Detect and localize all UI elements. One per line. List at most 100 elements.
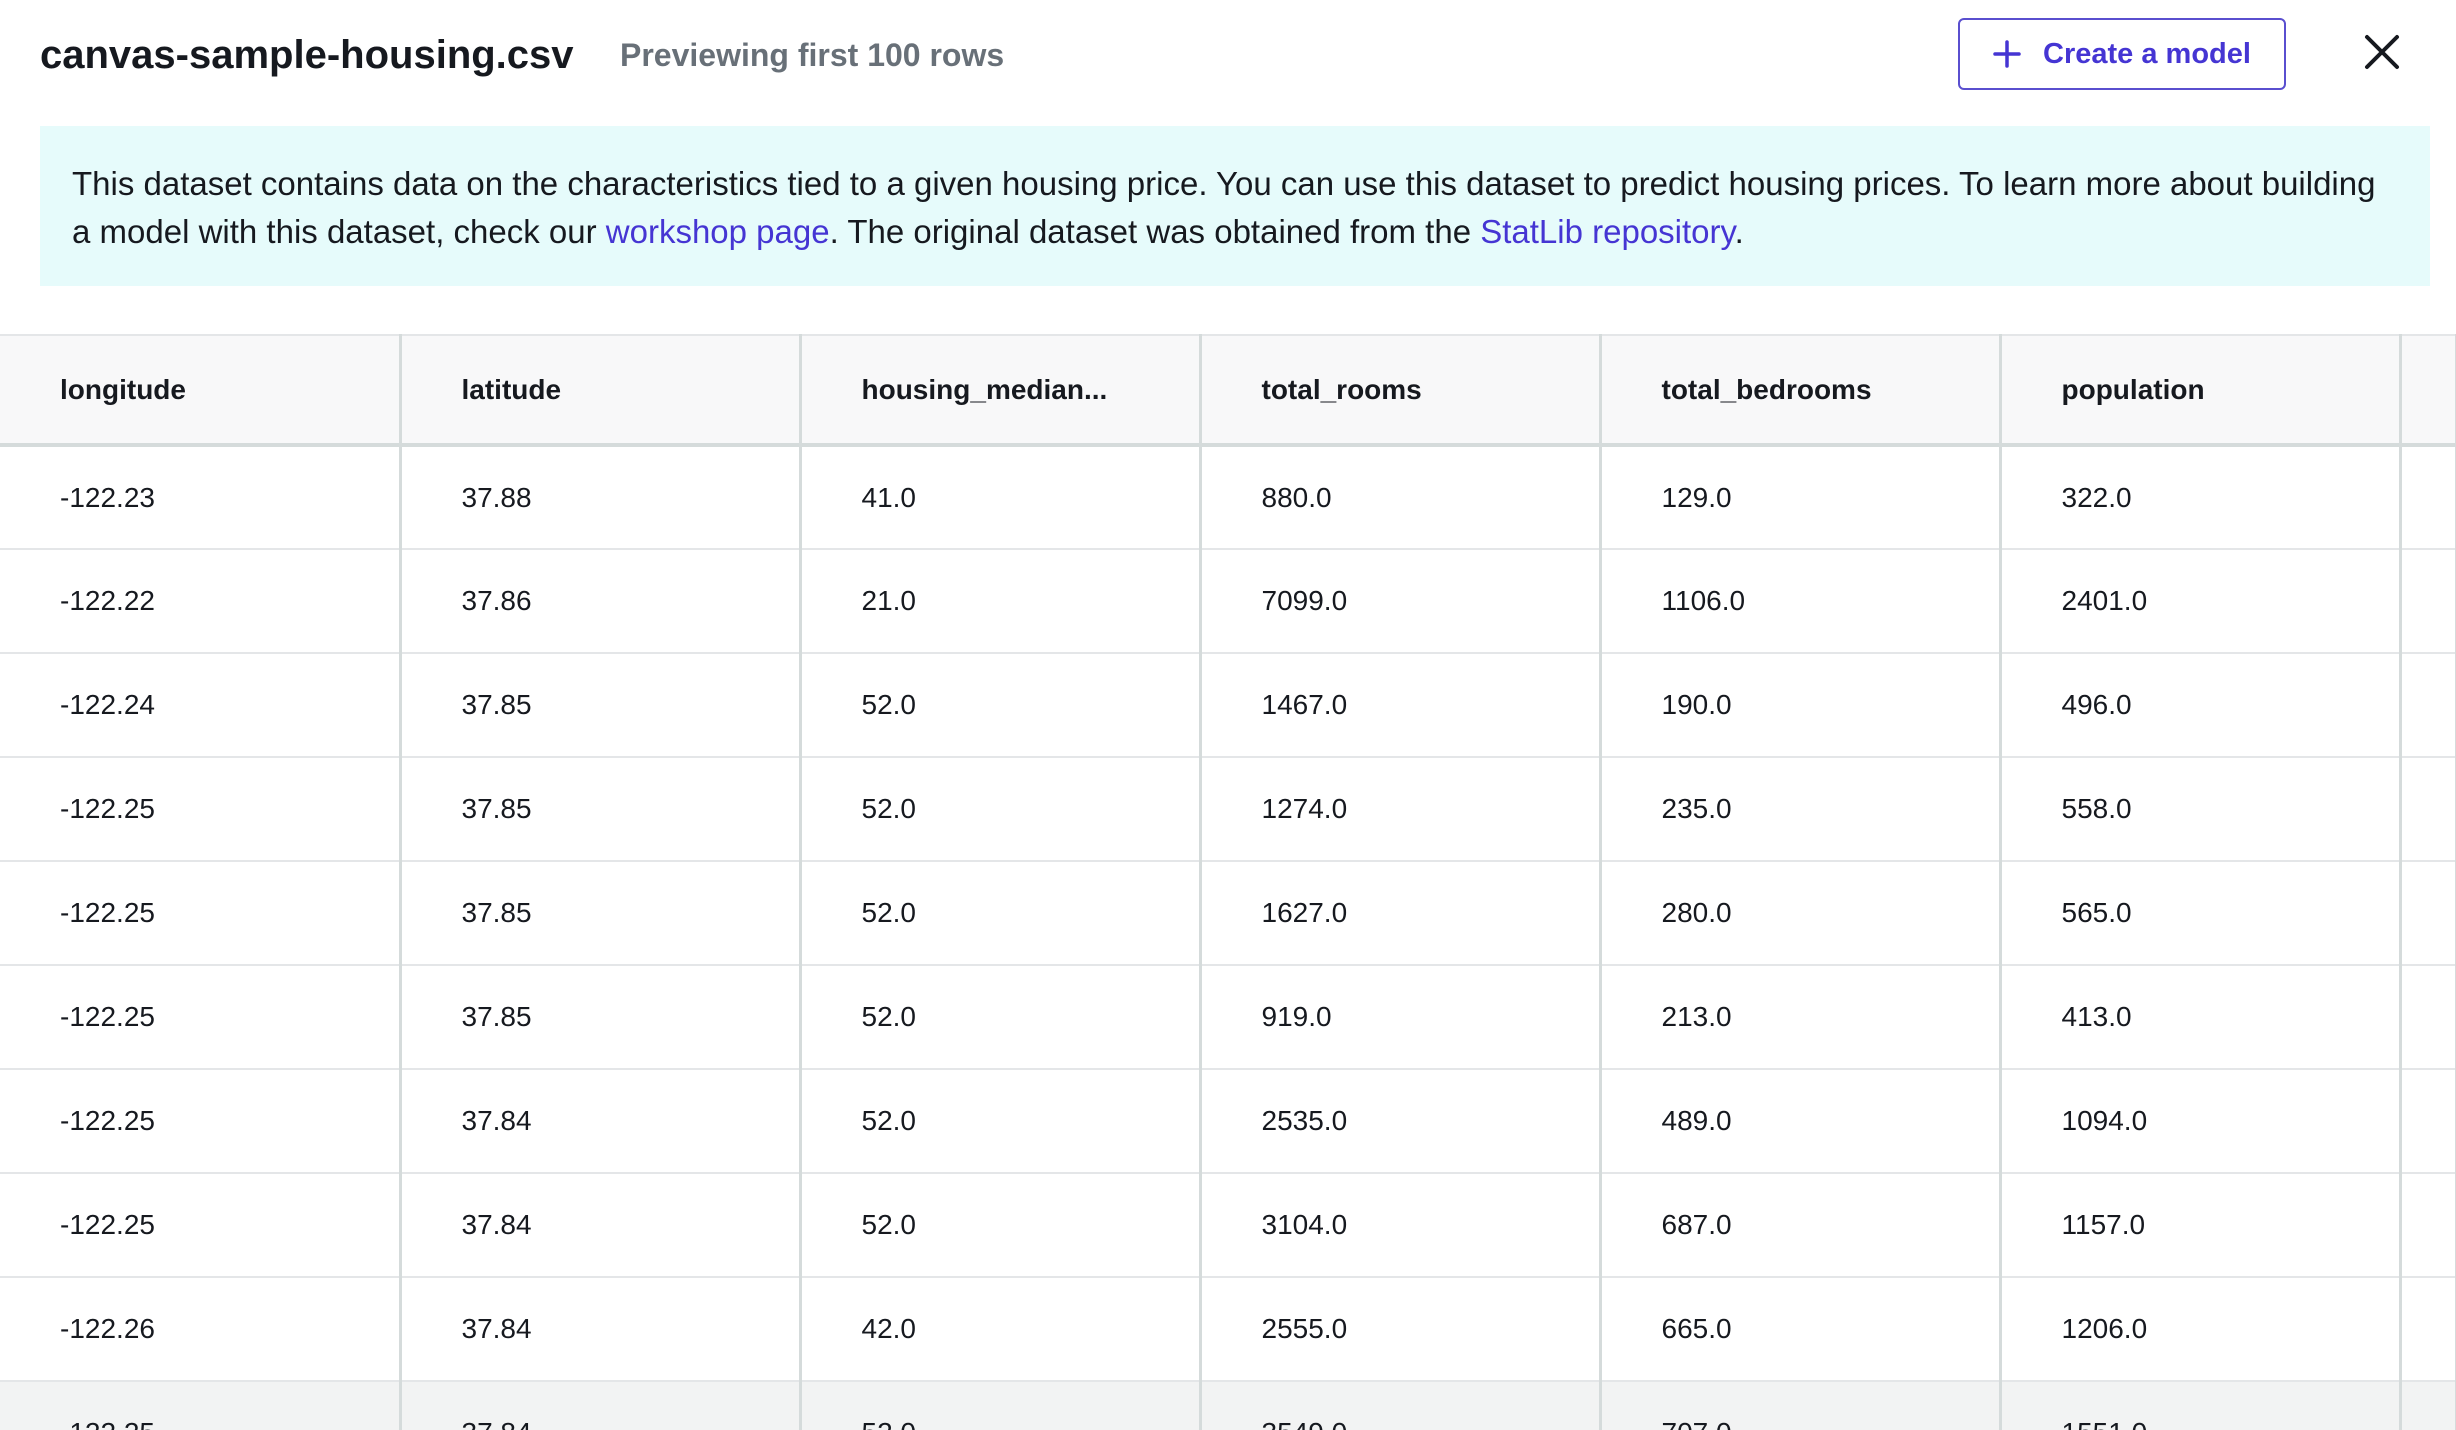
table-cell: 37.86 <box>400 549 802 654</box>
table-row: -122.25 37.84 52.0 3104.0 687.0 1157.0 <box>0 1173 2456 1278</box>
table-cell-overflow <box>2400 653 2456 758</box>
table-cell: 37.85 <box>400 757 802 862</box>
table-cell: 37.84 <box>400 1381 802 1430</box>
table-cell: 1467.0 <box>1200 653 1602 758</box>
table-cell: 52.0 <box>800 861 1202 966</box>
table-cell-overflow <box>2400 1173 2456 1278</box>
table-row: -122.25 37.85 52.0 1627.0 280.0 565.0 <box>0 861 2456 966</box>
table-cell: 37.84 <box>400 1069 802 1174</box>
table-row: -122.25 37.84 52.0 3549.0 707.0 1551.0 <box>0 1381 2456 1430</box>
statlib-repository-link[interactable]: StatLib repository <box>1480 213 1734 250</box>
table-cell: 37.84 <box>400 1277 802 1382</box>
table-row: -122.22 37.86 21.0 7099.0 1106.0 2401.0 <box>0 549 2456 654</box>
table-cell: 687.0 <box>1600 1173 2002 1278</box>
table-cell: 52.0 <box>800 757 1202 862</box>
table-cell: 1274.0 <box>1200 757 1602 862</box>
table-cell: 52.0 <box>800 1069 1202 1174</box>
column-header[interactable]: latitude <box>400 334 802 447</box>
table-cell: -122.23 <box>0 445 402 550</box>
table-cell: 1206.0 <box>2000 1277 2402 1382</box>
description-text-3: . <box>1734 213 1744 250</box>
modal-header: canvas-sample-housing.csv Previewing fir… <box>0 0 2456 110</box>
table-cell: -122.25 <box>0 1173 402 1278</box>
table-cell: 558.0 <box>2000 757 2402 862</box>
table-cell: 52.0 <box>800 965 1202 1070</box>
table-cell: -122.25 <box>0 757 402 862</box>
table-cell: 52.0 <box>800 1173 1202 1278</box>
table-cell: 3104.0 <box>1200 1173 1602 1278</box>
table-cell-overflow <box>2400 1069 2456 1174</box>
table-cell: 235.0 <box>1600 757 2002 862</box>
table-cell: 1094.0 <box>2000 1069 2402 1174</box>
table-cell: -122.25 <box>0 1381 402 1430</box>
table-cell-overflow <box>2400 861 2456 966</box>
dataset-title: canvas-sample-housing.csv <box>40 33 574 77</box>
table-cell: 496.0 <box>2000 653 2402 758</box>
workshop-page-link[interactable]: workshop page <box>606 213 830 250</box>
column-header[interactable]: total_bedrooms <box>1600 334 2002 447</box>
table-cell: 489.0 <box>1600 1069 2002 1174</box>
table-cell: 213.0 <box>1600 965 2002 1070</box>
create-model-label: Create a model <box>2043 37 2251 70</box>
table-cell: 1106.0 <box>1600 549 2002 654</box>
table-cell: -122.25 <box>0 965 402 1070</box>
table-row: -122.25 37.85 52.0 919.0 213.0 413.0 <box>0 965 2456 1070</box>
column-header[interactable]: housing_median... <box>800 334 1202 447</box>
table-cell: 2535.0 <box>1200 1069 1602 1174</box>
table-cell: 880.0 <box>1200 445 1602 550</box>
table-cell: -122.24 <box>0 653 402 758</box>
table-cell: 190.0 <box>1600 653 2002 758</box>
table-cell-overflow <box>2400 1381 2456 1430</box>
table-cell: 37.85 <box>400 861 802 966</box>
table-row: -122.26 37.84 42.0 2555.0 665.0 1206.0 <box>0 1277 2456 1382</box>
column-header[interactable]: longitude <box>0 334 402 447</box>
table-cell: 37.84 <box>400 1173 802 1278</box>
column-header[interactable]: population <box>2000 334 2402 447</box>
table-cell: 52.0 <box>800 653 1202 758</box>
table-cell: 37.88 <box>400 445 802 550</box>
table-cell: 129.0 <box>1600 445 2002 550</box>
preview-subtitle: Previewing first 100 rows <box>620 37 1005 73</box>
table-header-row: longitude latitude housing_median... tot… <box>0 334 2456 447</box>
table-cell: 413.0 <box>2000 965 2402 1070</box>
table-cell: 42.0 <box>800 1277 1202 1382</box>
table-cell: 707.0 <box>1600 1381 2002 1430</box>
table-cell: 322.0 <box>2000 445 2402 550</box>
table-cell: 280.0 <box>1600 861 2002 966</box>
table-cell: 37.85 <box>400 653 802 758</box>
table-cell-overflow <box>2400 757 2456 862</box>
table-cell: 1627.0 <box>1200 861 1602 966</box>
table-cell: 919.0 <box>1200 965 1602 1070</box>
table-cell: 7099.0 <box>1200 549 1602 654</box>
table-cell-overflow <box>2400 965 2456 1070</box>
plus-icon <box>1993 40 2021 68</box>
table-row: -122.24 37.85 52.0 1467.0 190.0 496.0 <box>0 653 2456 758</box>
table-cell: 1157.0 <box>2000 1173 2402 1278</box>
table-cell: 21.0 <box>800 549 1202 654</box>
table-cell: -122.26 <box>0 1277 402 1382</box>
table-cell: 52.0 <box>800 1381 1202 1430</box>
table-cell: -122.25 <box>0 1069 402 1174</box>
data-preview-table[interactable]: longitude latitude housing_median... tot… <box>0 334 2456 1430</box>
description-text-2: . The original dataset was obtained from… <box>829 213 1481 250</box>
table-cell: 1551.0 <box>2000 1381 2402 1430</box>
table-cell: 2401.0 <box>2000 549 2402 654</box>
close-icon[interactable] <box>2360 30 2404 74</box>
table-cell: 2555.0 <box>1200 1277 1602 1382</box>
table-row: -122.23 37.88 41.0 880.0 129.0 322.0 <box>0 445 2456 550</box>
table-cell-overflow <box>2400 1277 2456 1382</box>
table-cell-overflow <box>2400 445 2456 550</box>
table-row: -122.25 37.85 52.0 1274.0 235.0 558.0 <box>0 757 2456 862</box>
table-cell: -122.22 <box>0 549 402 654</box>
table-cell: 41.0 <box>800 445 1202 550</box>
table-cell: -122.25 <box>0 861 402 966</box>
table-cell-overflow <box>2400 549 2456 654</box>
column-header-overflow <box>2400 334 2456 447</box>
create-model-button[interactable]: Create a model <box>1958 18 2286 90</box>
preview-table: longitude latitude housing_median... tot… <box>0 334 2456 1430</box>
table-row: -122.25 37.84 52.0 2535.0 489.0 1094.0 <box>0 1069 2456 1174</box>
column-header[interactable]: total_rooms <box>1200 334 1602 447</box>
table-cell: 565.0 <box>2000 861 2402 966</box>
table-cell: 665.0 <box>1600 1277 2002 1382</box>
dataset-description: This dataset contains data on the charac… <box>40 126 2430 286</box>
